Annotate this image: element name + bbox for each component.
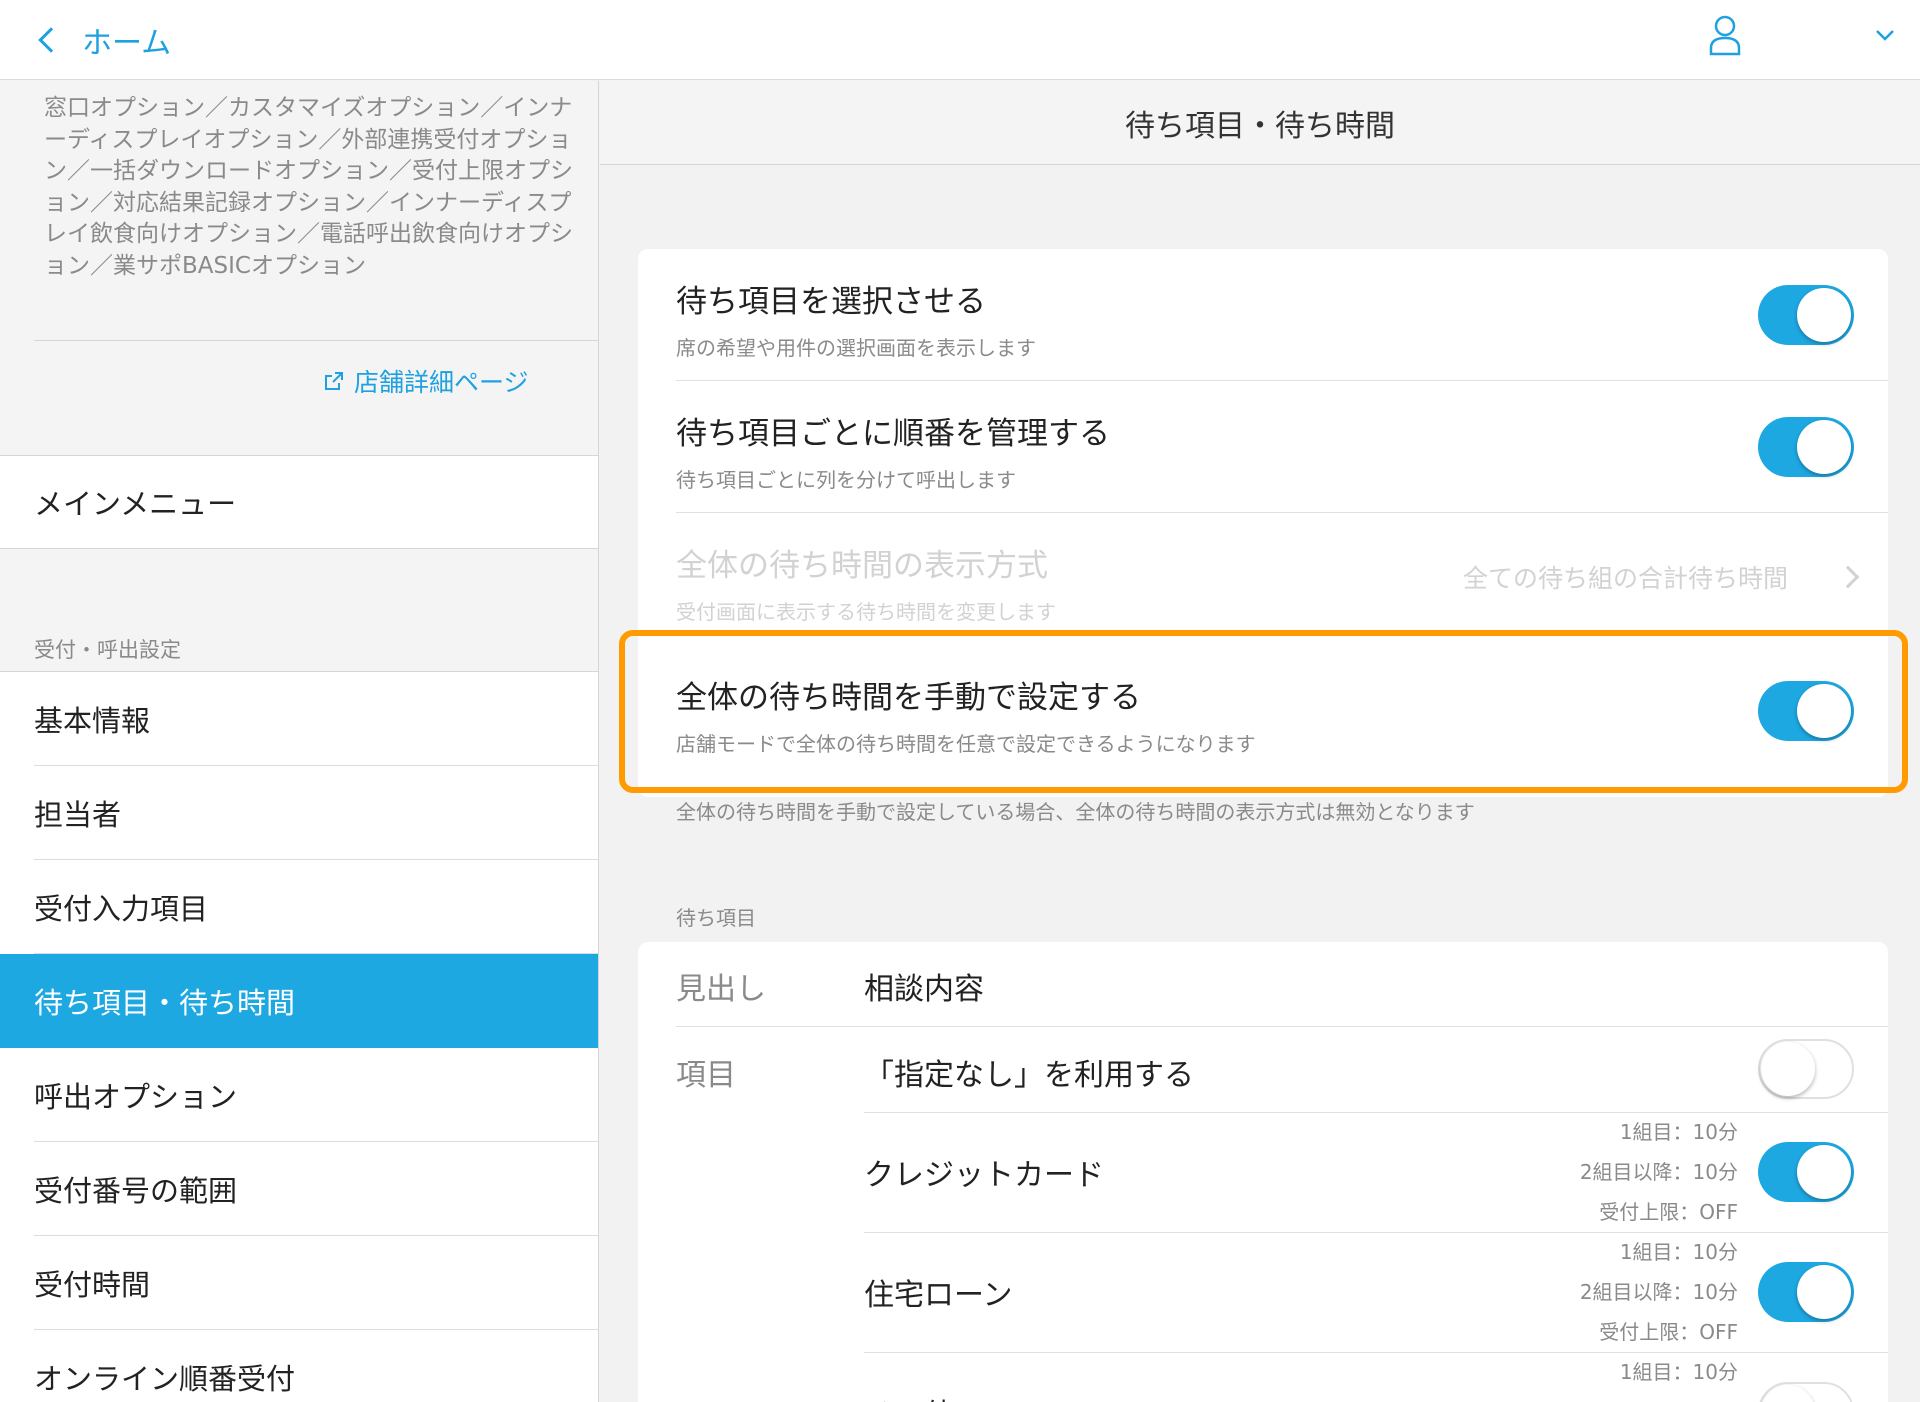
heading-label: 見出し [676,972,766,1007]
setting-title: 全体の待ち時間の表示方式 [676,548,1048,584]
sidebar-item-reception-hours[interactable]: 受付時間 [0,1236,598,1330]
setting-row-manage-order: 待ち項目ごとに順番を管理する 待ち項目ごとに列を分けて呼出します [638,381,1888,513]
store-detail-link[interactable]: 店舗詳細ページ [324,363,529,399]
manage-order-toggle[interactable] [1758,417,1854,477]
highlight-frame [619,630,1908,793]
no-preference-label: 「指定なし」を利用する [864,1058,1194,1093]
sidebar-item-staff[interactable]: 担当者 [0,766,598,860]
page-title: 待ち項目・待ち時間 [600,81,1920,165]
wait-items-card: 見出し 相談内容 項目 「指定なし」を利用する クレジットカード 1組目：10分… [638,942,1888,1402]
wait-item-toggle[interactable] [1758,1142,1854,1202]
sidebar-item-label: 受付時間 [34,1268,151,1302]
main-menu-item[interactable]: メインメニュー [0,456,598,548]
sidebar-item-label: 待ち項目・待ち時間 [34,986,296,1020]
back-label: ホーム [82,26,172,61]
setting-subtitle: 受付画面に表示する待ち時間を変更します [676,600,1056,624]
heading-value[interactable]: 相談内容 [864,964,984,1008]
main-menu-label: メインメニュー [34,487,237,521]
setting-row-select-items: 待ち項目を選択させる 席の希望や用件の選択画面を表示します [638,249,1888,381]
select-items-toggle[interactable] [1758,285,1854,345]
wait-item-meta: 1組目：10分 [1619,1360,1738,1384]
chevron-left-icon [38,27,64,53]
sidebar-item-label: 基本情報 [34,704,151,738]
sidebar-item-label: 受付番号の範囲 [34,1174,238,1208]
sidebar-item-basic-info[interactable]: 基本情報 [0,672,598,766]
store-detail-link-label: 店舗詳細ページ [354,368,529,397]
wait-item-toggle[interactable] [1758,1262,1854,1322]
sidebar-item-label: 受付入力項目 [34,892,209,926]
sidebar-item-input-fields[interactable]: 受付入力項目 [0,860,598,954]
display-mode-value: 全ての待ち組の合計待ち時間 [1462,564,1788,593]
sidebar-item-number-range[interactable]: 受付番号の範囲 [0,1142,598,1236]
page-title-label: 待ち項目・待ち時間 [1125,108,1395,144]
sidebar-item-label: 呼出オプション [34,1080,238,1114]
items-label: 項目 [676,1058,736,1093]
setting-subtitle: 席の希望や用件の選択画面を表示します [676,336,1036,360]
sidebar-item-label: 担当者 [34,798,122,832]
user-icon[interactable] [1708,14,1742,56]
wait-item-name[interactable]: 住宅ローン [864,1270,1013,1314]
sidebar-item-call-options[interactable]: 呼出オプション [0,1048,598,1142]
wait-item-name[interactable]: その他 [864,1390,954,1402]
wait-items-section-label: 待ち項目 [676,906,756,930]
sidebar: 窓口オプション／カスタマイズオプション／インナーディスプレイオプション／外部連携… [0,81,599,1402]
divider [0,548,598,549]
sidebar-item-wait-items[interactable]: 待ち項目・待ち時間 [0,954,598,1048]
wait-item-name[interactable]: クレジットカード [864,1150,1104,1194]
setting-title: 待ち項目を選択させる [676,284,986,320]
external-link-icon [325,372,343,390]
wait-item-meta: 1組目：10分 2組目以降：10分 受付上限：OFF [1579,1120,1738,1224]
wait-item-meta: 1組目：10分 2組目以降：10分 受付上限：OFF [1579,1240,1738,1344]
divider [676,1026,1888,1027]
manual-wait-note: 全体の待ち時間を手動で設定している場合、全体の待ち時間の表示方式は無効となります [676,800,1475,824]
top-bar: ホーム [0,0,1920,80]
section-label: 受付・呼出設定 [34,638,181,662]
sidebar-item-online-queue[interactable]: オンライン順番受付 [0,1330,598,1402]
options-list-text: 窓口オプション／カスタマイズオプション／インナーディスプレイオプション／外部連携… [44,95,573,279]
setting-subtitle: 待ち項目ごとに列を分けて呼出します [676,468,1016,492]
no-preference-toggle[interactable] [1758,1039,1854,1099]
chevron-down-icon[interactable] [1874,24,1896,46]
back-button[interactable]: ホーム [36,12,171,68]
setting-row-display-mode[interactable]: 全体の待ち時間の表示方式 受付画面に表示する待ち時間を変更します 全ての待ち組の… [638,513,1888,645]
wait-item-toggle[interactable] [1758,1382,1854,1402]
sidebar-item-label: オンライン順番受付 [34,1362,296,1396]
chevron-right-icon [1836,565,1860,589]
divider [34,340,598,341]
setting-title: 待ち項目ごとに順番を管理する [676,416,1110,452]
